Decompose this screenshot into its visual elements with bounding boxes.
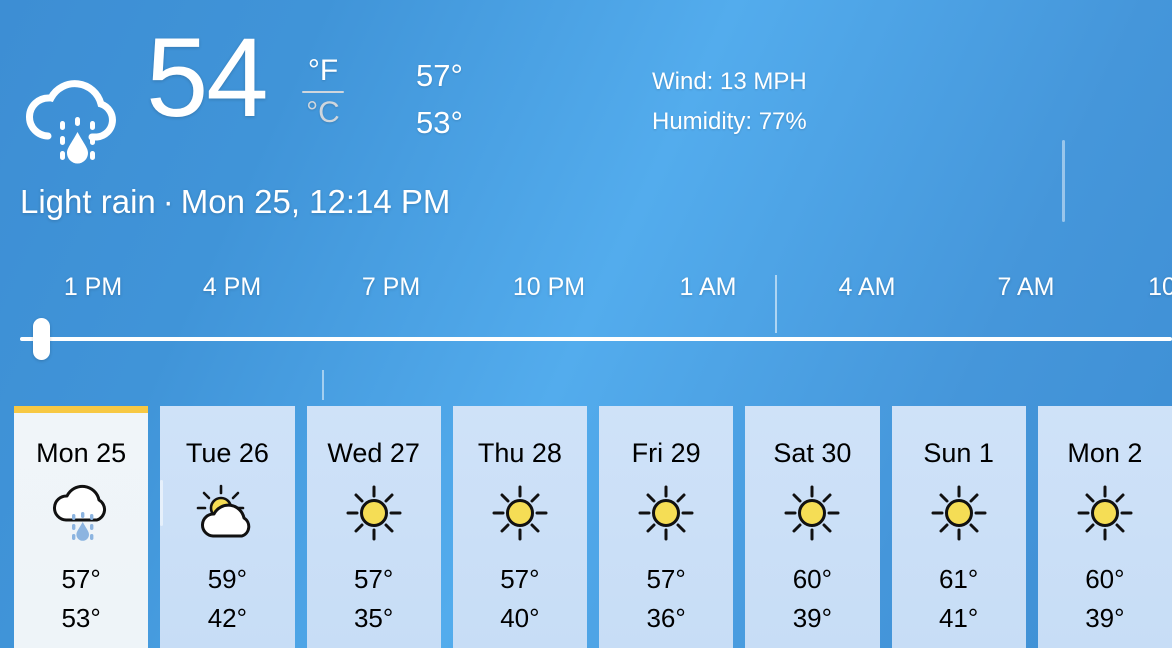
forecast-card-sun-1[interactable]: Sun 1 61° 41° bbox=[891, 406, 1026, 648]
sun-icon bbox=[1068, 484, 1142, 542]
forecast-card-tue-26[interactable]: Tue 26 59° 42° bbox=[160, 406, 295, 648]
selected-accent-bar bbox=[14, 406, 149, 413]
high-temp: 57° bbox=[416, 58, 463, 93]
unit-celsius[interactable]: °C bbox=[300, 96, 346, 130]
forecast-high-temp: 57° bbox=[500, 564, 540, 594]
hourly-tick-label: 4 AM bbox=[838, 273, 896, 301]
forecast-low-temp: 42° bbox=[207, 603, 248, 633]
sun-icon bbox=[775, 484, 849, 542]
condition-separator: · bbox=[162, 183, 174, 220]
weather-details: Wind: 13 MPH Humidity: 77% bbox=[652, 62, 807, 142]
forecast-high-temp: 60° bbox=[792, 564, 833, 594]
forecast-day-label: Wed 27 bbox=[327, 438, 420, 468]
observation-datetime: Mon 25, 12:14 PM bbox=[180, 183, 451, 220]
sun-icon bbox=[483, 484, 557, 542]
forecast-high-temp: 61° bbox=[938, 564, 979, 594]
forecast-low-temp: 39° bbox=[792, 603, 833, 633]
sun-behind-cloud-icon bbox=[190, 484, 264, 542]
daily-forecast-list: Mon 25 57° 53° Tue 26 59° 42° Wed 27 57° 35° Thu … bbox=[14, 406, 1172, 648]
hourly-tick-label: 4 PM bbox=[202, 273, 262, 301]
vertical-scroll-indicator[interactable] bbox=[1062, 140, 1065, 222]
unit-fahrenheit[interactable]: °F bbox=[300, 54, 346, 88]
forecast-day-label: Fri 29 bbox=[631, 438, 701, 468]
selected-accent-bar bbox=[453, 406, 587, 413]
hourly-slider-thumb[interactable] bbox=[33, 318, 50, 360]
unit-toggle[interactable]: °F °C bbox=[300, 54, 346, 130]
forecast-card-thu-28[interactable]: Thu 28 57° 40° bbox=[452, 406, 587, 648]
forecast-low-temp: 41° bbox=[938, 603, 979, 633]
rain-cloud-icon bbox=[44, 484, 118, 542]
hourly-tick-label: 7 PM bbox=[361, 273, 421, 301]
sun-icon bbox=[629, 484, 703, 542]
forecast-low-temp: 39° bbox=[1085, 603, 1125, 633]
forecast-low-temp: 40° bbox=[500, 603, 540, 633]
forecast-scroll-indicator[interactable] bbox=[160, 480, 163, 526]
forecast-high-temp: 57° bbox=[61, 564, 101, 594]
unit-divider bbox=[302, 91, 344, 93]
forecast-high-temp: 60° bbox=[1085, 564, 1125, 594]
forecast-day-label: Mon 2 bbox=[1067, 438, 1143, 468]
hourly-day-divider bbox=[775, 275, 777, 333]
forecast-card-wed-27[interactable]: Wed 27 57° 35° bbox=[306, 406, 441, 648]
forecast-high-temp: 57° bbox=[353, 564, 394, 594]
forecast-high-temp: 57° bbox=[646, 564, 686, 594]
forecast-low-temp: 53° bbox=[61, 603, 101, 633]
condition-text: Light rain bbox=[20, 183, 156, 220]
hourly-tick-label: 7 AM bbox=[997, 273, 1055, 301]
hourly-tick-label: 1 AM bbox=[679, 273, 737, 301]
forecast-day-label: Sun 1 bbox=[923, 438, 994, 468]
sun-icon bbox=[922, 484, 996, 542]
forecast-day-label: Tue 26 bbox=[185, 438, 269, 468]
forecast-low-temp: 36° bbox=[646, 603, 686, 633]
hourly-tick-label: 10 PM bbox=[512, 273, 586, 301]
hourly-slider-track[interactable] bbox=[20, 337, 1172, 341]
current-weather-header: 54 °F °C 57° 53° Wind: 13 MPH Humidity: … bbox=[0, 0, 1172, 250]
wind-value: Wind: 13 MPH bbox=[652, 68, 807, 95]
forecast-card-fri-29[interactable]: Fri 29 57° 36° bbox=[599, 406, 734, 648]
low-temp: 53° bbox=[416, 105, 463, 140]
forecast-card-mon-25[interactable]: Mon 25 57° 53° bbox=[14, 406, 149, 648]
forecast-day-label: Mon 25 bbox=[36, 438, 127, 468]
selected-accent-bar bbox=[892, 406, 1026, 413]
hourly-tick-label: 10 bbox=[1148, 273, 1172, 301]
current-temperature: 54 bbox=[146, 15, 269, 140]
selected-accent-bar bbox=[307, 406, 441, 413]
forecast-card-sat-30[interactable]: Sat 30 60° 39° bbox=[745, 406, 880, 648]
high-low-temps: 57° 53° bbox=[416, 52, 463, 146]
sun-icon bbox=[337, 484, 411, 542]
hourly-tick-label: 1 PM bbox=[63, 273, 123, 301]
selected-accent-bar bbox=[599, 406, 733, 413]
selected-accent-bar bbox=[1038, 406, 1172, 413]
selected-accent-bar bbox=[160, 406, 294, 413]
hourly-timeline[interactable]: 1 PM 4 PM 7 PM 10 PM 1 AM 4 AM 7 AM 10 bbox=[0, 270, 1172, 400]
humidity-value: Humidity: 77% bbox=[652, 108, 807, 135]
forecast-low-temp: 35° bbox=[353, 603, 394, 633]
selected-accent-bar bbox=[745, 406, 879, 413]
rain-cloud-icon bbox=[18, 74, 134, 164]
forecast-high-temp: 59° bbox=[207, 564, 248, 594]
forecast-day-label: Sat 30 bbox=[773, 438, 852, 468]
forecast-section-divider bbox=[322, 370, 324, 400]
condition-line: Light rain · Mon 25, 12:14 PM bbox=[20, 182, 450, 222]
forecast-day-label: Thu 28 bbox=[477, 438, 562, 468]
forecast-card-mon-2[interactable]: Mon 2 60° 39° bbox=[1037, 406, 1172, 648]
